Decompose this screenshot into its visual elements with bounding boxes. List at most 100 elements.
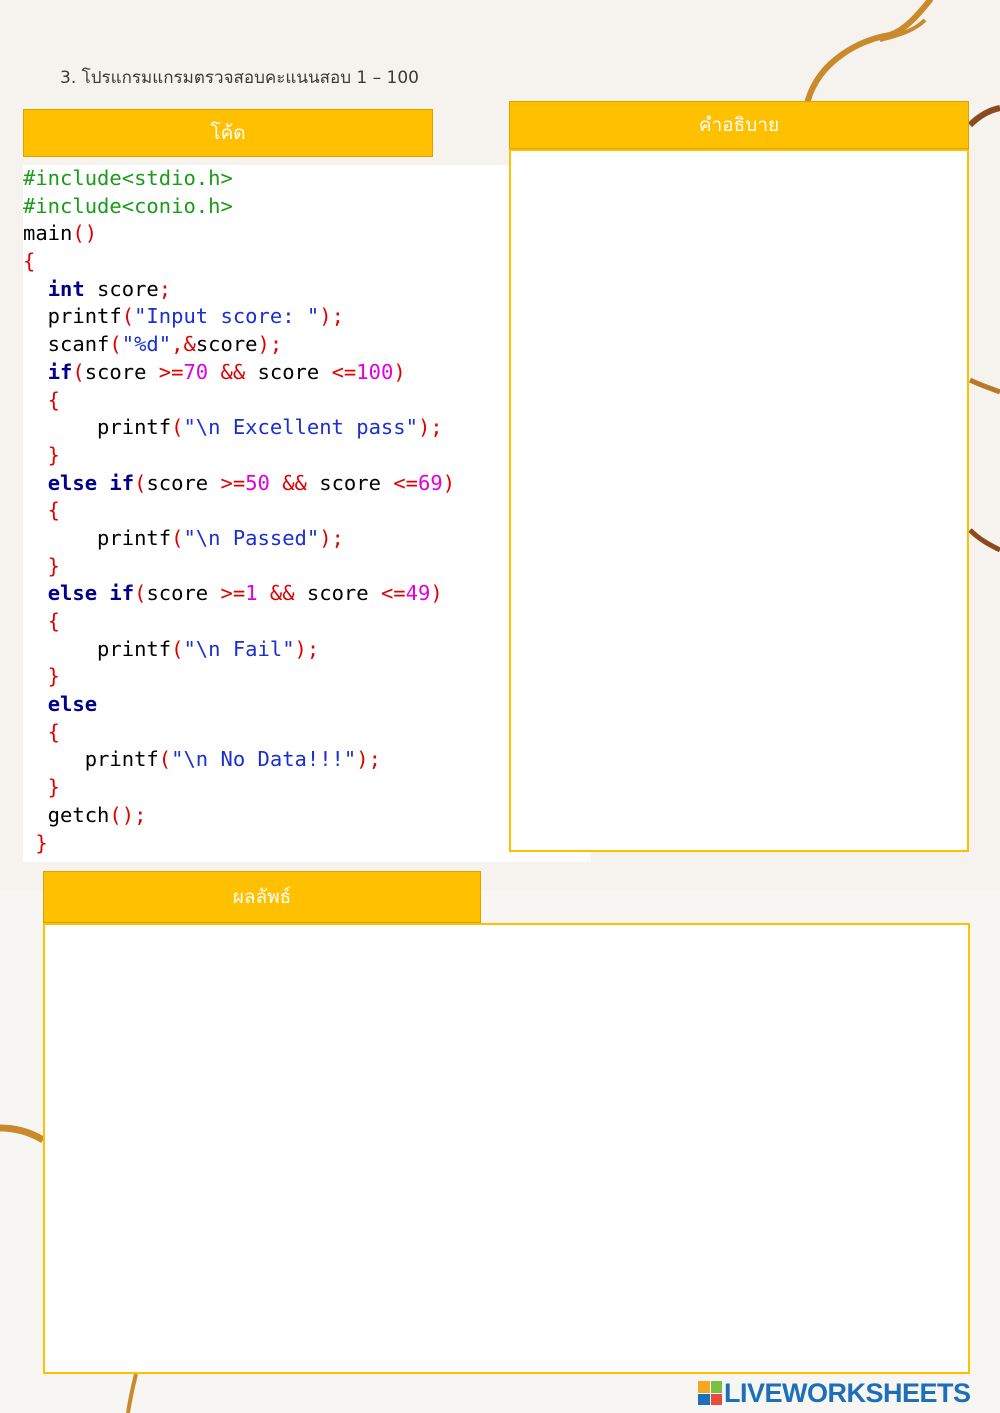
code-line: } [23,830,455,858]
code-token: printf [23,636,172,661]
code-token: <= [380,581,406,606]
code-line: } [23,553,455,581]
worksheet-title: 3. โปรแกรมแกรมตรวจสอบคะแนนสอบ 1 – 100 [60,68,419,88]
code-token: 50 [245,470,270,495]
code-line: else [23,691,455,719]
code-token: ); [257,332,283,357]
result-answer-box[interactable] [43,923,970,1374]
code-token: score [257,359,332,384]
code-token: main [23,221,73,246]
code-panel: #include<stdio.h> #include<conio.h> main()… [23,165,591,862]
code-line: } [23,663,455,691]
code-token: if [47,359,73,384]
code-line: } [23,774,455,802]
code-token: ); [356,747,381,772]
code-line: getch(); [23,802,455,830]
code-token: } [23,664,61,689]
code-token: && [257,581,307,606]
code-token: { [23,609,61,633]
code-line: main() [23,220,455,248]
code-line: { [23,497,455,525]
code-token: else [47,692,98,717]
code-token: ,& [171,332,196,357]
code-token: { [23,719,61,744]
code-token: { [23,498,61,523]
code-listing: #include<stdio.h> #include<conio.h> main()… [23,165,455,857]
code-token: ) [430,581,443,606]
code-token: () [72,221,98,246]
code-token: ) [393,359,406,384]
code-line: scanf("%d",&score); [23,331,455,359]
code-token: printf [23,747,159,772]
code-token: ; [158,276,172,301]
code-token: } [23,553,61,578]
code-token: } [23,442,61,467]
code-token: ) [442,470,456,495]
code-token: ( [171,636,184,661]
code-line: { [23,248,455,276]
code-token: printf [23,304,122,329]
code-token: ( [121,304,135,329]
code-token: 100 [356,359,394,384]
code-token: "\n Fail" [183,636,295,661]
code-token: #include<conio.h> [23,193,233,218]
code-token: ); [417,415,443,440]
code-token: 1 [245,581,258,606]
code-token: >= [220,581,246,606]
code-line: printf("\n No Data!!!"); [23,746,455,774]
liveworksheets-brand[interactable]: LIVEWORKSHEETS [698,1377,971,1409]
code-token: ); [319,525,344,550]
code-token: ( [171,525,184,550]
code-token: ( [134,581,147,606]
liveworksheets-logo-icon [698,1381,722,1405]
code-line: { [23,719,455,747]
code-token: } [23,830,48,855]
code-token: <= [393,470,418,495]
code-line: printf("Input score: "); [23,303,455,331]
code-line: printf("\n Fail"); [23,636,455,664]
code-token: else if [47,470,135,495]
code-token: score [84,359,159,384]
description-answer-box[interactable] [509,149,969,852]
code-token: score [306,581,381,606]
code-token: ( [171,415,184,440]
code-token: "\n Excellent pass" [183,415,418,440]
code-token: int [47,276,85,301]
code-token: 69 [418,470,443,495]
code-line: printf("\n Excellent pass"); [23,414,455,442]
code-header: โค้ด [23,109,433,157]
code-token: <= [331,359,357,384]
code-token: 49 [405,581,431,606]
code-token: ); [294,636,320,661]
code-token: getch [23,802,110,827]
code-token: "Input score: " [134,304,320,329]
code-token: printf [23,525,172,550]
code-token: && [208,359,258,384]
brand-name: LIVEWORKSHEETS [724,1377,971,1408]
code-line: #include<conio.h> [23,193,455,221]
code-token: >= [158,359,184,384]
code-token: { [23,249,36,274]
code-token: score [319,470,394,495]
code-token: scanf [23,332,110,357]
code-token: "\n Passed" [183,525,320,550]
code-token: score [146,581,221,606]
code-token: } [23,775,61,800]
code-line: printf("\n Passed"); [23,525,455,553]
description-header: คำอธิบาย [509,101,969,149]
code-line: else if(score >=1 && score <=49) [23,580,455,608]
code-token: score [146,470,221,495]
result-header: ผลลัพธ์ [43,871,481,923]
code-token: ); [319,304,344,329]
code-token: ( [109,332,122,357]
code-token: ( [158,747,172,772]
code-token: && [269,470,320,495]
code-token: >= [220,470,246,495]
code-token: ( [134,470,147,495]
code-token: score [84,276,159,301]
